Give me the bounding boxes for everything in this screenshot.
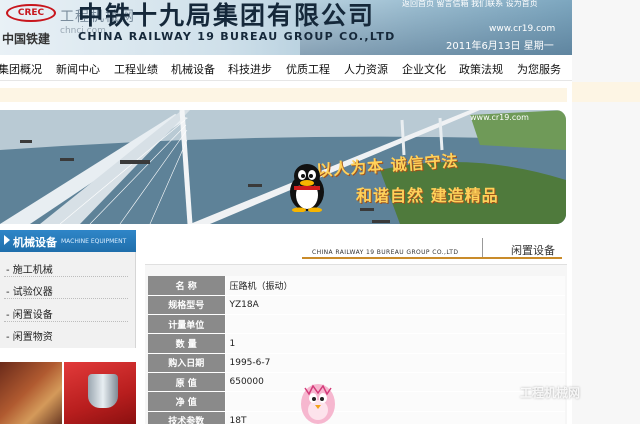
row-label-unit: 计量单位	[148, 314, 225, 335]
sidebar-item-construction-machinery[interactable]: 施工机械	[6, 261, 53, 276]
nav-item-quality-projects[interactable]: 优质工程	[286, 61, 330, 77]
row-value-tech-params: 18T	[224, 411, 565, 424]
row-label-name: 名 称	[148, 276, 225, 296]
nav-item-machinery[interactable]: 机械设备	[171, 61, 215, 77]
row-label-net-value: 净 值	[148, 391, 225, 412]
table-row: 计量单位	[148, 314, 565, 335]
divider	[482, 238, 483, 258]
banner-url: www.cr19.com	[470, 113, 529, 122]
content-header-title: 闲置设备	[511, 244, 555, 257]
banner-slogan-2: 和谐自然 建造精品	[356, 186, 499, 205]
sidebar-item-idle-materials[interactable]: 闲置物资	[6, 328, 53, 343]
nav-item-policy[interactable]: 政策法规	[459, 61, 503, 77]
row-label-purchase-date: 购入日期	[148, 353, 225, 373]
row-label-tech-params: 技术参数	[148, 411, 225, 424]
nav-item-service[interactable]: 为您服务	[517, 61, 561, 77]
sidebar-title-cn: 机械设备	[13, 236, 57, 249]
nav-item-group-overview[interactable]: 集团概况	[0, 61, 42, 77]
sidebar-item-idle-equipment[interactable]: 闲置设备	[6, 306, 53, 321]
nav-item-culture[interactable]: 企业文化	[402, 61, 446, 77]
right-margin	[572, 0, 640, 424]
penguin-mascot-icon	[290, 164, 324, 212]
table-row: 名 称压路机（振动）	[148, 276, 565, 296]
sidebar-title: 机械设备 MACHINE EQUIPMENT	[0, 230, 136, 252]
header-date: 2011年6月13日 星期一	[446, 41, 554, 52]
table-row: 数 量1	[148, 333, 565, 354]
equipment-info-table: 名 称压路机（振动） 规格型号 YZ18A 计量单位 数 量1 购入日期 1995-…	[148, 276, 565, 424]
egg-mascot-icon	[301, 384, 335, 424]
nav-item-technology[interactable]: 科技进步	[228, 61, 272, 77]
logo-caption: 中国铁建	[2, 32, 51, 46]
triangle-right-icon	[4, 235, 10, 245]
row-value-original-value: 650000	[224, 372, 565, 393]
sidebar-item-test-instruments[interactable]: 试验仪器	[6, 283, 53, 298]
row-label-original-value: 原 值	[148, 372, 225, 393]
nav-item-hr[interactable]: 人力资源	[344, 61, 388, 77]
nav-separator-band	[0, 88, 567, 102]
site-watermark: 工程机械网	[520, 386, 581, 400]
table-row: 购入日期 1995-6-7	[148, 353, 565, 373]
statue-photo[interactable]	[0, 362, 62, 424]
row-value-model: YZ18A	[224, 295, 565, 316]
table-row: 原 值 650000	[148, 372, 565, 393]
company-name-en: CHINA RAILWAY 19 BUREAU GROUP CO.,LTD	[78, 30, 396, 43]
page: CREC 中国铁建 工程机械网 chnci.com 中铁十九局集团有限公司 CH…	[0, 0, 640, 424]
row-value-unit	[224, 314, 565, 335]
content-header: CHINA RAILWAY 19 BUREAU GROUP CO.,LTD 闲置…	[302, 238, 562, 260]
content-header-rule	[302, 257, 562, 259]
row-value-net-value	[224, 391, 565, 412]
trophy-cup-icon	[88, 374, 118, 408]
company-name-cn: 中铁十九局集团有限公司	[78, 1, 376, 30]
sidebar-menu: 施工机械 试验仪器 闲置设备 闲置物资	[0, 252, 136, 348]
divider	[4, 298, 128, 299]
bridge-illustration	[0, 110, 566, 224]
top-links[interactable]: 返回首页 留言信箱 我们联系 设为首页	[402, 0, 538, 9]
table-row: 规格型号 YZ18A	[148, 295, 565, 316]
row-label-model: 规格型号	[148, 295, 225, 316]
nav-item-projects[interactable]: 工程业绩	[114, 61, 158, 77]
right-margin-band	[572, 82, 640, 102]
divider	[4, 321, 128, 322]
content-header-en: CHINA RAILWAY 19 BUREAU GROUP CO.,LTD	[312, 249, 459, 256]
nav-item-news[interactable]: 新闻中心	[56, 61, 100, 77]
row-value-purchase-date: 1995-6-7	[224, 353, 565, 373]
table-row: 净 值	[148, 391, 565, 412]
row-value-name: 压路机（振动）	[224, 276, 565, 296]
header-url: www.cr19.com	[489, 24, 556, 34]
divider	[4, 276, 128, 277]
crec-logo[interactable]: CREC	[6, 4, 56, 22]
site-header: CREC 中国铁建 工程机械网 chnci.com 中铁十九局集团有限公司 CH…	[0, 0, 640, 55]
table-row: 技术参数 18T	[148, 411, 565, 424]
main-nav: 集团概况 新闻中心 工程业绩 机械设备 科技进步 优质工程 人力资源 企业文化 …	[0, 55, 572, 81]
sidebar-title-en: MACHINE EQUIPMENT	[61, 238, 127, 245]
banner-image: www.cr19.com 以人为本 诚信守法 和谐自然 建造精品	[0, 110, 566, 224]
row-label-quantity: 数 量	[148, 333, 225, 354]
row-value-quantity: 1	[224, 333, 565, 354]
